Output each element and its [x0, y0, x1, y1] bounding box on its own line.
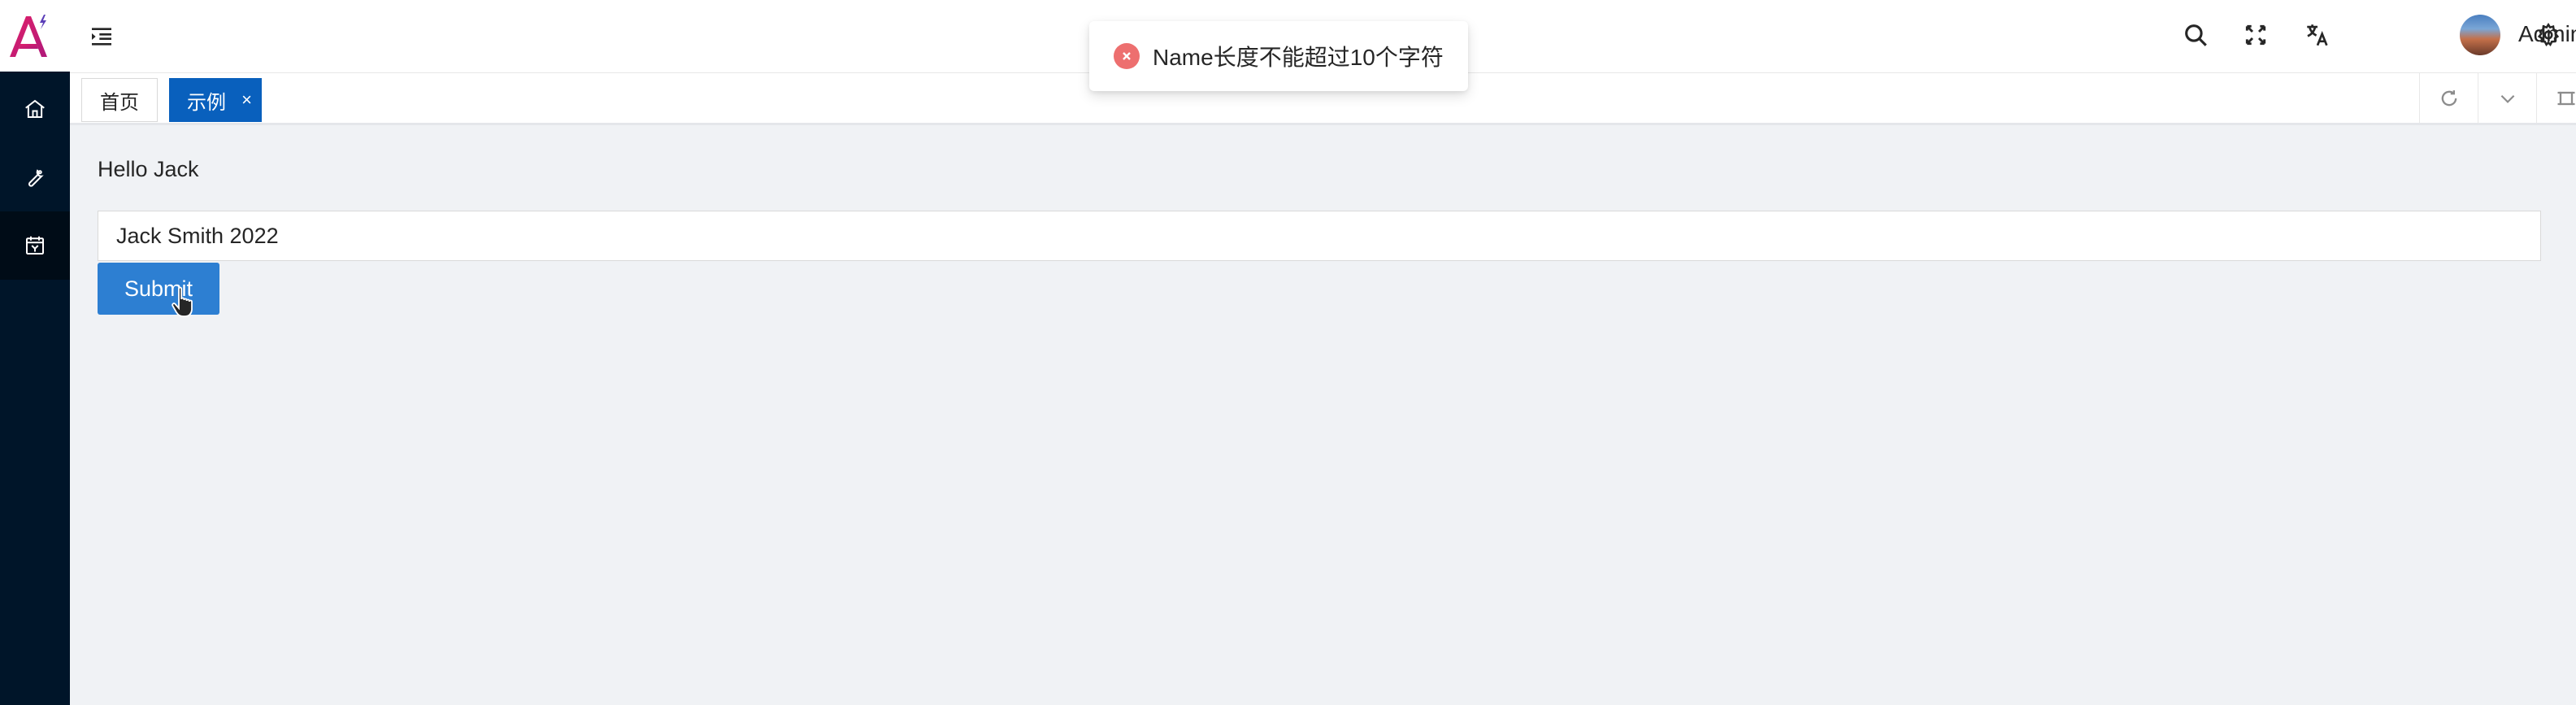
- fullscreen-button[interactable]: [2239, 18, 2273, 52]
- settings-button[interactable]: [2531, 18, 2565, 52]
- sidebar-item-tools[interactable]: [0, 143, 70, 211]
- tabs-maximize-button[interactable]: [2536, 73, 2576, 123]
- avatar[interactable]: [2460, 15, 2500, 55]
- home-icon: [25, 99, 45, 118]
- search-icon: [2185, 24, 2207, 46]
- sidebar-item-home[interactable]: [0, 75, 70, 143]
- search-button[interactable]: [2179, 18, 2213, 52]
- tab-close-icon[interactable]: ×: [241, 89, 252, 111]
- tab-label: 首页: [100, 91, 139, 114]
- translate-icon: [2307, 24, 2328, 46]
- hand-cursor-icon: [172, 286, 193, 317]
- menu-toggle-button[interactable]: [86, 21, 117, 52]
- tabs-refresh-button[interactable]: [2419, 73, 2478, 123]
- error-icon: [1114, 43, 1140, 69]
- toast-message: Name长度不能超过10个字符: [1153, 45, 1444, 70]
- tabs-dropdown-button[interactable]: [2478, 73, 2536, 123]
- chevron-down-icon: [2500, 94, 2514, 103]
- app-window: Admin 首页 示例 ×: [0, 0, 2576, 705]
- name-input[interactable]: [98, 211, 2541, 261]
- greeting-text: Hello Jack: [98, 157, 199, 181]
- tab-home[interactable]: 首页: [81, 78, 158, 122]
- error-toast: Name长度不能超过10个字符: [1089, 21, 1468, 91]
- sidebar: [0, 0, 70, 705]
- submit-button[interactable]: Submit: [98, 263, 219, 315]
- fullscreen-icon: [2245, 24, 2266, 46]
- refresh-icon: [2441, 89, 2457, 106]
- main-content: Hello Jack Submit: [70, 128, 2576, 705]
- tab-label: 示例: [187, 91, 226, 114]
- sidebar-item-calendar[interactable]: [0, 211, 70, 280]
- logo-icon: [10, 15, 47, 57]
- language-button[interactable]: [2300, 18, 2335, 52]
- calendar-icon: [26, 236, 44, 255]
- logo[interactable]: [0, 0, 70, 72]
- maximize-icon: [2557, 91, 2574, 105]
- wrench-icon: [28, 169, 44, 187]
- tab-example[interactable]: 示例 ×: [169, 78, 262, 122]
- gear-icon: [2537, 22, 2560, 47]
- indent-menu-icon: [92, 28, 111, 46]
